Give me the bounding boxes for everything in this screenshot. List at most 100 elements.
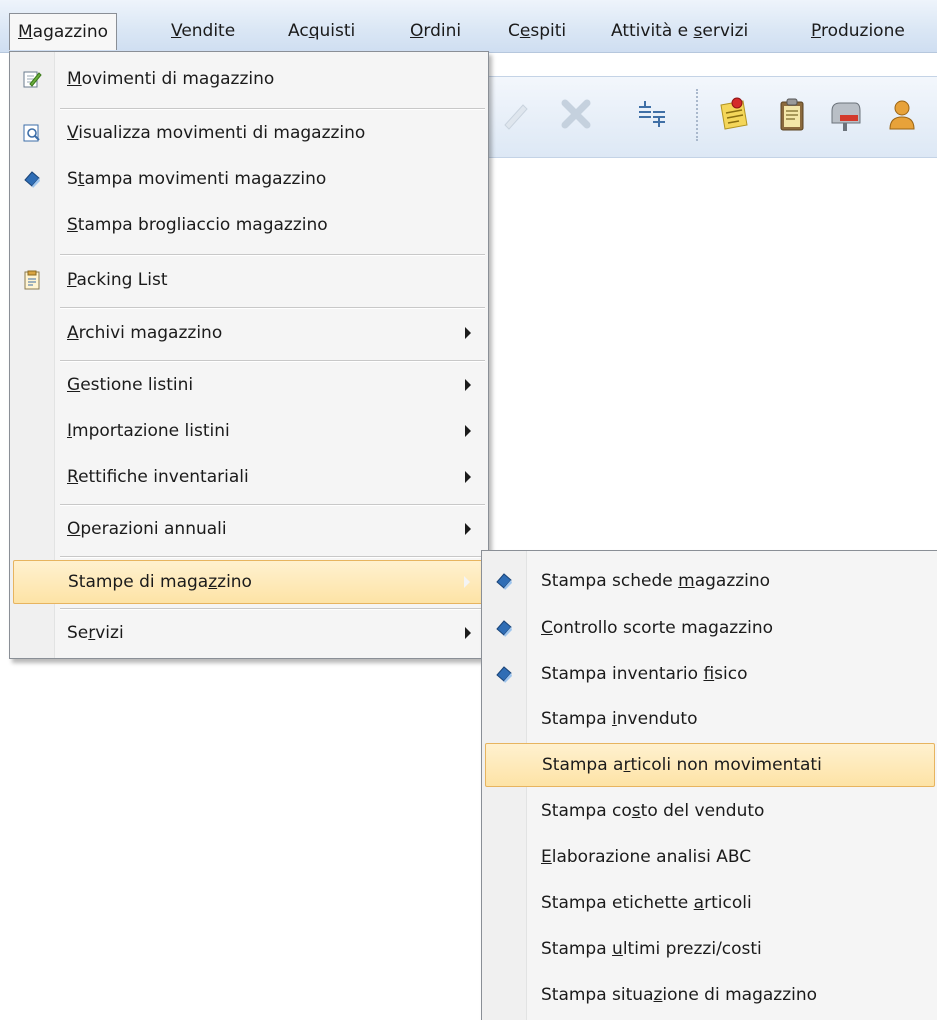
menu-label-pre: C	[508, 21, 520, 41]
print-icon	[496, 573, 512, 590]
submenu-item-stampa-etichette-articoli[interactable]: Stampa etichette articoli	[485, 882, 935, 924]
print-icon	[496, 620, 512, 637]
packing-list-icon	[24, 270, 40, 290]
edit-document-icon	[23, 71, 42, 88]
menu-label-key: V	[171, 21, 182, 41]
menu-item-label: Stampa inventario fisico	[541, 664, 748, 684]
menu-acquisti[interactable]: Acquisti	[280, 14, 363, 48]
submenu-arrow-icon	[465, 523, 471, 535]
toolbar	[470, 76, 937, 158]
submenu-item-stampa-costo-del-venduto[interactable]: Stampa costo del venduto	[485, 790, 935, 832]
menu-item-label: Visualizza movimenti di magazzino	[67, 123, 366, 143]
menu-separator	[60, 556, 485, 558]
menu-label-post: endite	[181, 21, 236, 41]
menu-item-label: Movimenti di magazzino	[67, 69, 275, 89]
submenu-arrow-icon	[465, 627, 471, 639]
submenu-item-stampa-ultimi-prezzi-costi[interactable]: Stampa ultimi prezzi/costi	[485, 928, 935, 970]
menu-item-visualizza-movimenti[interactable]: Visualizza movimenti di magazzino	[13, 112, 485, 154]
submenu-item-stampa-situazione-di-magazzino[interactable]: Stampa situazione di magazzino	[485, 974, 935, 1016]
menu-label-pre: Attività e	[611, 21, 694, 41]
submenu-arrow-icon	[464, 576, 470, 588]
magazzino-dropdown-menu: Movimenti di magazzino Visualizza movime…	[9, 51, 489, 659]
menu-item-movimenti-di-magazzino[interactable]: Movimenti di magazzino	[13, 58, 485, 100]
menu-label-post: roduzione	[820, 21, 905, 41]
menu-item-label: Servizi	[67, 623, 124, 643]
menu-separator	[60, 108, 485, 110]
menu-label-post: spiti	[530, 21, 567, 41]
menu-item-label: Elaborazione analisi ABC	[541, 847, 752, 867]
menu-item-label: Stampa etichette articoli	[541, 893, 752, 913]
toolbar-separator	[696, 89, 698, 141]
submenu-item-stampa-articoli-non-movimentati[interactable]: Stampa articoli non movimentati	[485, 743, 935, 787]
menu-separator	[60, 254, 485, 256]
menu-item-label: Stampa invenduto	[541, 709, 698, 729]
menu-separator	[60, 307, 485, 309]
menu-label-post: rdini	[423, 21, 462, 41]
menu-item-gestione-listini[interactable]: Gestione listini	[13, 364, 485, 406]
menu-label-key: O	[410, 21, 424, 41]
menu-label-key: e	[519, 21, 531, 41]
menu-label-key: P	[811, 21, 821, 41]
menu-vendite[interactable]: Vendite	[163, 14, 243, 48]
clipboard-icon[interactable]	[773, 95, 811, 133]
menu-item-label: Importazione listini	[67, 421, 230, 441]
align-icon[interactable]	[633, 95, 671, 133]
submenu-arrow-icon	[465, 471, 471, 483]
menu-label-key: M	[18, 22, 33, 42]
menu-item-label: Archivi magazzino	[67, 323, 223, 343]
menu-label-key: q	[308, 21, 320, 41]
submenu-arrow-icon	[465, 379, 471, 391]
menu-produzione[interactable]: Produzione	[803, 14, 913, 48]
menu-item-label: Stampa costo del venduto	[541, 801, 765, 821]
menu-magazzino[interactable]: Magazzino	[9, 13, 118, 50]
menu-item-label: Stampa movimenti magazzino	[67, 169, 327, 189]
menu-item-stampa-movimenti[interactable]: Stampa movimenti magazzino	[13, 158, 485, 200]
menu-item-label: Stampa articoli non movimentati	[542, 755, 822, 775]
menu-item-servizi[interactable]: Servizi	[13, 612, 485, 654]
submenu-item-controllo-scorte[interactable]: Controllo scorte magazzino	[485, 607, 935, 649]
menu-attivita-servizi[interactable]: Attività e servizi	[603, 14, 756, 48]
menu-item-label: Stampa ultimi prezzi/costi	[541, 939, 762, 959]
menu-item-stampe-di-magazzino[interactable]: Stampe di magazzino	[13, 560, 485, 604]
menu-bar: Magazzino Vendite Acquisti Ordini Cespit…	[0, 0, 937, 53]
menu-item-label: Stampa schede magazzino	[541, 571, 771, 591]
delete-x-icon[interactable]	[557, 95, 595, 133]
menu-item-label: Rettifiche inventariali	[67, 467, 249, 487]
menu-item-operazioni-annuali[interactable]: Operazioni annuali	[13, 508, 485, 550]
menu-item-rettifiche-inventariali[interactable]: Rettifiche inventariali	[13, 456, 485, 498]
menu-separator	[60, 608, 485, 610]
view-document-icon	[23, 124, 40, 142]
pencil-icon[interactable]	[497, 95, 535, 133]
menu-item-label: Stampa brogliaccio magazzino	[67, 215, 328, 235]
menu-item-packing-list[interactable]: Packing List	[13, 259, 485, 301]
menu-item-label: Stampa situazione di magazzino	[541, 985, 818, 1005]
submenu-item-stampa-inventario-fisico[interactable]: Stampa inventario fisico	[485, 653, 935, 695]
menu-item-label: Operazioni annuali	[67, 519, 227, 539]
menu-cespiti[interactable]: Cespiti	[500, 14, 574, 48]
menu-item-stampa-brogliaccio[interactable]: Stampa brogliaccio magazzino	[13, 204, 485, 246]
menu-label-pre: Ac	[288, 21, 309, 41]
menu-label-post: uisti	[319, 21, 356, 41]
submenu-item-elaborazione-analisi-abc[interactable]: Elaborazione analisi ABC	[485, 836, 935, 878]
menu-item-label: Gestione listini	[67, 375, 194, 395]
sticky-note-pin-icon[interactable]	[715, 95, 753, 133]
submenu-arrow-icon	[465, 425, 471, 437]
stampe-di-magazzino-submenu: Stampa schede magazzino Controllo scorte…	[481, 550, 937, 1020]
print-icon	[496, 666, 512, 683]
menu-label-post: ervizi	[702, 21, 749, 41]
menu-separator	[60, 360, 485, 362]
menu-item-archivi-magazzino[interactable]: Archivi magazzino	[13, 312, 485, 354]
submenu-arrow-icon	[465, 327, 471, 339]
user-icon[interactable]	[883, 95, 921, 133]
menu-item-label: Stampe di magazzino	[68, 572, 252, 592]
submenu-item-stampa-schede-magazzino[interactable]: Stampa schede magazzino	[485, 560, 935, 602]
menu-item-label: Controllo scorte magazzino	[541, 618, 774, 638]
print-icon	[24, 171, 40, 188]
submenu-item-stampa-invenduto[interactable]: Stampa invenduto	[485, 698, 935, 740]
menu-separator	[60, 504, 485, 506]
menu-item-label: Packing List	[67, 270, 168, 290]
menu-item-importazione-listini[interactable]: Importazione listini	[13, 410, 485, 452]
mailbox-icon[interactable]	[827, 95, 865, 133]
menu-label-post: agazzino	[32, 22, 109, 42]
menu-ordini[interactable]: Ordini	[402, 14, 469, 48]
